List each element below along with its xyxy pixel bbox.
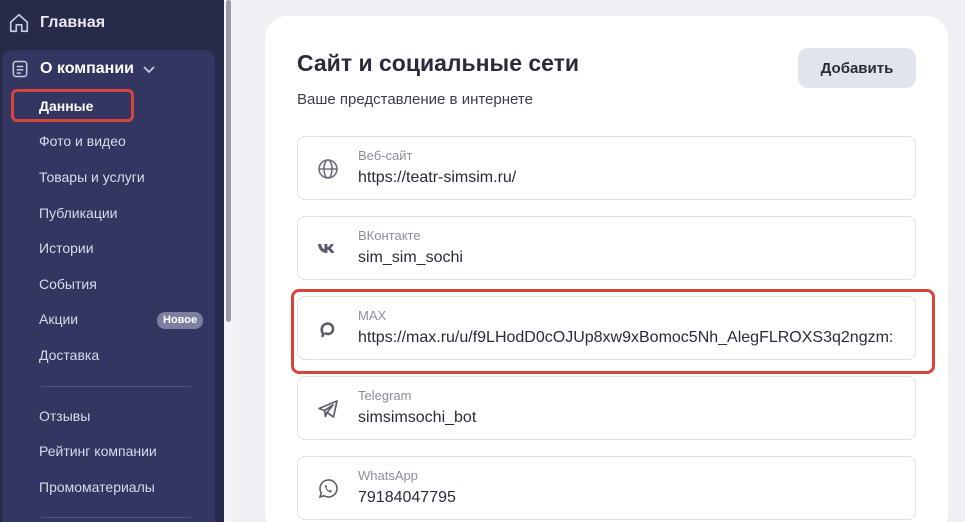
sidebar-item-delivery[interactable]: Доставка (39, 345, 99, 365)
sidebar-divider (41, 517, 191, 518)
telegram-label: Telegram (358, 388, 412, 403)
active-item-highlight (11, 89, 134, 122)
whatsapp-icon (318, 479, 338, 499)
whatsapp-value[interactable]: 79184047795 (358, 489, 900, 507)
whatsapp-label: WhatsApp (358, 468, 418, 483)
page-subtitle: Ваше представление в интернете (297, 91, 533, 108)
social-links-card: Сайт и социальные сети Ваше представлени… (265, 16, 948, 522)
vk-icon (318, 244, 335, 253)
telegram-field[interactable]: Telegram simsimsochi_bot (297, 376, 916, 440)
nav-home[interactable]: Главная (8, 8, 105, 38)
document-icon (12, 60, 28, 78)
sidebar-item-promotions[interactable]: Акции (39, 309, 78, 329)
sidebar-item-photo-video[interactable]: Фото и видео (39, 131, 126, 151)
chevron-down-icon (143, 66, 155, 74)
sidebar-item-goods-services[interactable]: Товары и услуги (39, 167, 145, 187)
sidebar-item-publications[interactable]: Публикации (39, 203, 117, 223)
sidebar-item-promo-materials[interactable]: Промоматериалы (39, 477, 155, 497)
company-section-toggle[interactable]: О компании (10, 58, 156, 80)
vk-value[interactable]: sim_sim_sochi (358, 249, 900, 267)
sidebar-item-stories[interactable]: Истории (39, 238, 94, 258)
sidebar-scrollbar-thumb[interactable] (226, 0, 231, 322)
nav-home-label: Главная (40, 14, 106, 31)
sidebar-divider (41, 386, 191, 387)
vk-field[interactable]: ВКонтакте sim_sim_sochi (297, 216, 916, 280)
page-title: Сайт и социальные сети (297, 50, 580, 76)
new-badge: Новое (157, 312, 204, 329)
website-field[interactable]: Веб-сайт https://teatr-simsim.ru/ (297, 136, 916, 200)
sidebar-item-events[interactable]: События (39, 274, 97, 294)
company-section-label: О компании (40, 60, 134, 77)
website-value[interactable]: https://teatr-simsim.ru/ (358, 169, 900, 187)
vk-label: ВКонтакте (358, 228, 421, 243)
sidebar: Главная О компании Данные Фото и видео Т… (0, 0, 224, 522)
whatsapp-field[interactable]: WhatsApp 79184047795 (297, 456, 916, 520)
home-icon (9, 13, 29, 33)
telegram-icon (318, 400, 338, 418)
website-label: Веб-сайт (358, 148, 413, 163)
telegram-value[interactable]: simsimsochi_bot (358, 409, 900, 427)
sidebar-item-rating[interactable]: Рейтинг компании (39, 441, 157, 461)
sidebar-item-reviews[interactable]: Отзывы (39, 406, 90, 426)
globe-icon (318, 159, 338, 179)
max-field-highlight (291, 289, 935, 374)
add-button[interactable]: Добавить (798, 48, 916, 88)
